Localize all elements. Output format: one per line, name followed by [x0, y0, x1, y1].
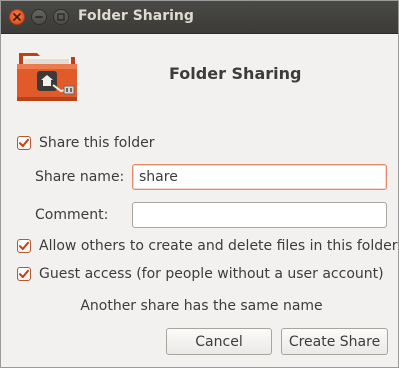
window-title: Folder Sharing [78, 8, 194, 24]
share-folder-checkbox-row[interactable]: Share this folder [17, 135, 155, 151]
guest-access-label: Guest access (for people without a user … [39, 266, 384, 282]
dialog-heading: Folder Sharing [169, 64, 302, 83]
checkmark-icon [19, 269, 29, 278]
share-name-label: Share name: [35, 169, 125, 185]
share-folder-checkbox[interactable] [17, 136, 31, 150]
folder-sharing-dialog: Folder Sharing Folder Sharing Share this… [0, 0, 399, 368]
title-bar[interactable]: Folder Sharing [1, 1, 398, 34]
close-button[interactable] [9, 9, 25, 25]
share-folder-label: Share this folder [39, 135, 155, 151]
allow-others-checkbox[interactable] [17, 239, 31, 253]
folder-share-icon [15, 47, 79, 103]
allow-others-label: Allow others to create and delete files … [39, 238, 398, 254]
allow-others-checkbox-row[interactable]: Allow others to create and delete files … [17, 238, 398, 254]
share-name-input[interactable] [132, 164, 387, 190]
minimize-icon [35, 16, 43, 18]
maximize-button[interactable] [53, 9, 69, 25]
checkmark-icon [19, 241, 29, 250]
guest-access-checkbox[interactable] [17, 267, 31, 281]
maximize-icon [57, 13, 65, 21]
checkmark-icon [19, 138, 29, 147]
close-icon [13, 13, 21, 21]
status-message: Another share has the same name [80, 298, 323, 314]
comment-input[interactable] [132, 202, 387, 228]
create-share-button[interactable]: Create Share [281, 328, 388, 355]
minimize-button[interactable] [31, 9, 47, 25]
comment-label: Comment: [35, 207, 109, 223]
guest-access-checkbox-row[interactable]: Guest access (for people without a user … [17, 266, 384, 282]
cancel-button[interactable]: Cancel [166, 328, 272, 355]
